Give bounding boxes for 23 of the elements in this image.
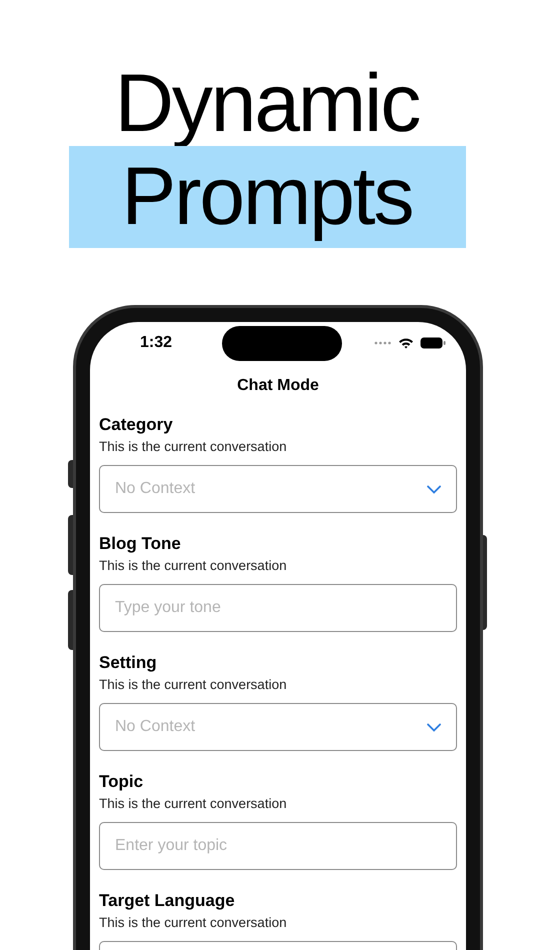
headline: Dynamic	[114, 62, 420, 146]
screen-title: Chat Mode	[236, 376, 320, 396]
signal-dots-icon	[374, 341, 392, 345]
chevron-down-icon	[427, 484, 441, 494]
dropdown[interactable]: No Context	[99, 465, 457, 513]
wifi-icon	[398, 337, 414, 349]
field-label: Topic	[99, 771, 144, 793]
dropdown[interactable]: No Context	[99, 703, 457, 751]
field-description: This is the current conversation	[99, 557, 288, 575]
status-time: 1:32	[140, 333, 174, 353]
input-field[interactable]: Type your tone	[99, 584, 457, 632]
field-description: This is the current conversation	[99, 676, 288, 694]
field-description: This is the current conversation	[99, 914, 288, 932]
field-description: This is the current conversation	[99, 795, 288, 813]
input-field[interactable]: Enter your topic	[99, 822, 457, 870]
field-description: This is the current conversation	[99, 438, 288, 456]
field-label: Target Language	[99, 890, 236, 912]
field-label: Setting	[99, 652, 158, 674]
battery-icon	[420, 337, 446, 349]
chevron-down-icon	[427, 722, 441, 732]
field-label: Blog Tone	[99, 533, 182, 555]
headline: Prompts	[122, 155, 412, 239]
field-label: Category	[99, 414, 174, 436]
